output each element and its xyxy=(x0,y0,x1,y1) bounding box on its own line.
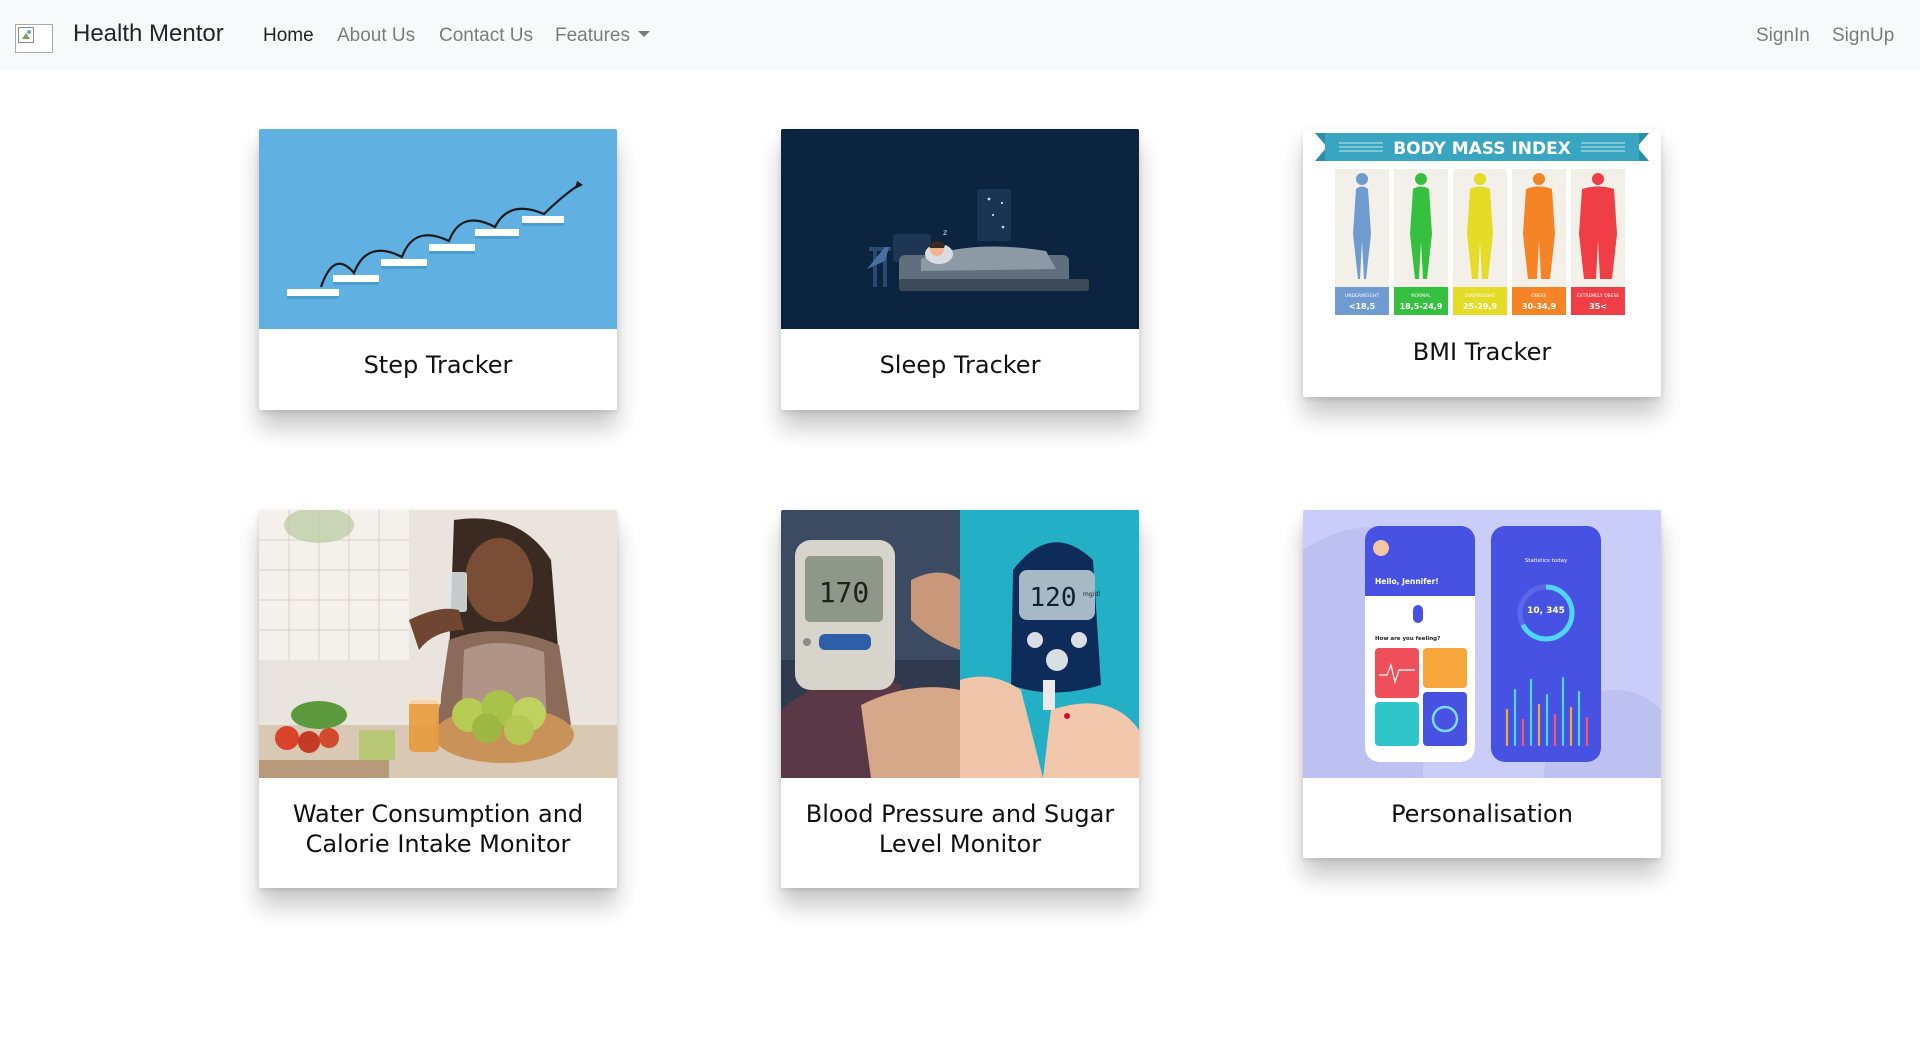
water-calorie-title: Water Consumption and Calorie Intake Mon… xyxy=(292,800,584,858)
personalisation-illustration: Hello, Jennifer! How are you feeling? St… xyxy=(1303,510,1661,778)
bmi-chart-image: BODY MASS INDEX UNDERWEIGHT <18,5 NORMAL 18… xyxy=(1303,129,1661,319)
bmi-figure-head xyxy=(1356,173,1368,185)
step-tracker-illustration xyxy=(259,129,617,329)
glucose-unit: mg/dl xyxy=(1083,591,1100,598)
bmi-category-range: 30-34,9 xyxy=(1522,302,1557,311)
bmi-figure-head xyxy=(1415,173,1427,185)
water-calorie-illustration xyxy=(259,510,617,778)
blood-pressure-sugar-image: 170 120 mg/dl xyxy=(781,510,1139,778)
step-tracker-image xyxy=(259,129,617,329)
personalisation-card[interactable]: Hello, Jennifer! How are you feeling? St… xyxy=(1303,510,1661,858)
bmi-category-label: NORMAL xyxy=(1411,293,1431,299)
water-calorie-image xyxy=(259,510,617,778)
bmi-category-range: <18,5 xyxy=(1349,302,1376,311)
app-steps-value: 10, 345 xyxy=(1527,606,1565,616)
bmi-figure-head xyxy=(1592,173,1604,185)
blood-pressure-sugar-card[interactable]: 170 120 mg/dl Blood Pressure and Sugar L… xyxy=(781,510,1139,888)
bmi-category-range: 18,5-24,9 xyxy=(1400,302,1443,311)
step-tracker-card[interactable]: Step Tracker xyxy=(259,129,617,410)
personalisation-title: Personalisation xyxy=(1391,800,1573,828)
step-tracker-title: Step Tracker xyxy=(363,351,513,379)
broken-image-icon xyxy=(18,27,34,43)
nav-home-link[interactable]: Home xyxy=(263,25,314,47)
signup-link[interactable]: SignUp xyxy=(1832,25,1894,47)
personalisation-app-image: Hello, Jennifer! How are you feeling? St… xyxy=(1303,510,1661,778)
navbar: Health Mentor Home About Us Contact Us F… xyxy=(0,0,1920,70)
nav-contact-us-link[interactable]: Contact Us xyxy=(439,25,533,47)
sleep-tracker-card[interactable]: z Sleep Tracker xyxy=(781,129,1139,410)
blood-pressure-sugar-illustration: 170 120 mg/dl xyxy=(781,510,1139,778)
app-greeting: Hello, Jennifer! xyxy=(1375,577,1439,586)
bmi-category-label: OVERWEIGHT xyxy=(1465,293,1496,299)
app-question: How are you feeling? xyxy=(1375,636,1440,642)
brand-name[interactable]: Health Mentor xyxy=(73,20,224,48)
blood-pressure-sugar-title: Blood Pressure and Sugar Level Monitor xyxy=(805,800,1115,858)
brand-logo-broken-image[interactable] xyxy=(15,24,53,53)
water-calorie-card[interactable]: Water Consumption and Calorie Intake Mon… xyxy=(259,510,617,888)
bmi-figure-head xyxy=(1533,173,1545,185)
bmi-banner-text: BODY MASS INDEX xyxy=(1393,139,1571,159)
bp-monitor-reading: 170 xyxy=(819,576,870,609)
bmi-category-range: 35< xyxy=(1589,302,1607,311)
bmi-category-range: 25-29,9 xyxy=(1463,302,1498,311)
nav-features-label: Features xyxy=(555,25,630,46)
nav-about-us-link[interactable]: About Us xyxy=(337,25,415,47)
bmi-figures: UNDERWEIGHT <18,5 NORMAL 18,5-24,9 OVERWEIGH… xyxy=(1335,169,1625,315)
bmi-figure-head xyxy=(1474,173,1486,185)
glucose-reading: 120 xyxy=(1030,583,1077,613)
bmi-category-label: UNDERWEIGHT xyxy=(1345,293,1379,299)
sleep-tracker-title: Sleep Tracker xyxy=(879,351,1041,379)
nav-features-dropdown[interactable]: Features xyxy=(555,25,650,47)
signin-link[interactable]: SignIn xyxy=(1756,25,1810,47)
caret-down-icon xyxy=(637,31,650,37)
sleep-tracker-image: z xyxy=(781,129,1139,329)
svg-text:z: z xyxy=(943,228,947,237)
bmi-chart-illustration: BODY MASS INDEX UNDERWEIGHT <18,5 NORMAL 18… xyxy=(1303,129,1661,319)
app-stats-title: Statistics today xyxy=(1525,558,1568,564)
bmi-category-label: EXTREMELY OBESE xyxy=(1577,293,1620,299)
sleep-tracker-illustration: z xyxy=(781,129,1139,329)
bmi-category-label: OBESE xyxy=(1531,293,1546,299)
bmi-tracker-card[interactable]: BODY MASS INDEX UNDERWEIGHT <18,5 NORMAL 18… xyxy=(1303,129,1661,397)
bmi-tracker-title: BMI Tracker xyxy=(1412,338,1552,366)
